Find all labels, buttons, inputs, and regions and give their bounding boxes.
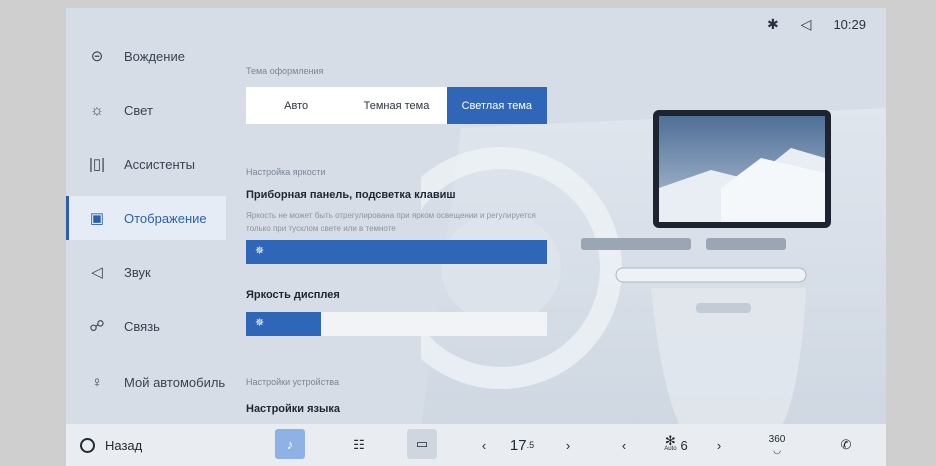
dashboard-brightness-title: Приборная панель, подсветка клавиш: [246, 189, 456, 201]
bottom-bar: Назад ♪ ☷ ▭ ‹ 17.5 › ‹ ✻ Auto 6 › 360 ◡ …: [66, 424, 886, 466]
sidebar-item-my-car[interactable]: ♀ Мой автомобиль: [66, 360, 226, 404]
user-icon: ♀: [91, 373, 103, 391]
temperature-value: 17.5: [502, 424, 542, 466]
fan-icon: ✻ Auto: [664, 433, 677, 452]
sidebar-item-light[interactable]: ☼ Свет: [66, 88, 226, 132]
phone-icon: ✆: [840, 437, 852, 452]
back-label: Назад: [105, 437, 143, 453]
sidebar-item-driving[interactable]: ⊝ Вождение: [66, 34, 226, 78]
steering-wheel-icon: ⊝: [90, 48, 104, 65]
link-icon: ☍: [89, 318, 105, 335]
sidebar: ⊝ Вождение ☼ Свет |▯| Ассистенты ▣ Отобр…: [66, 8, 226, 428]
view-360-button[interactable]: 360 ◡: [760, 424, 794, 466]
chevron-left-icon: ‹: [481, 437, 487, 453]
speaker-icon: ◁: [91, 264, 103, 281]
chevron-right-icon: ›: [565, 437, 571, 453]
sidebar-item-label: Мой автомобиль: [124, 374, 226, 390]
theme-option-dark[interactable]: Темная тема: [346, 87, 446, 124]
apps-grid-icon: ☷: [353, 437, 365, 452]
music-button[interactable]: ♪: [275, 429, 305, 459]
sidebar-item-display[interactable]: ▣ Отображение: [66, 196, 226, 240]
brightness-section-label: Настройка яркости: [246, 167, 326, 177]
fan-increase-button[interactable]: ›: [709, 424, 729, 466]
sidebar-item-sound[interactable]: ◁ Звук: [66, 250, 226, 294]
screen: ✱ ◁ 10:29 ⊝ Вождение ☼ Свет |▯| Ассистен…: [66, 8, 886, 458]
volume-icon: ◁: [800, 16, 812, 32]
temp-decrease-button[interactable]: ‹: [474, 424, 494, 466]
fan-speed: ✻ Auto 6: [656, 424, 696, 466]
sidebar-item-label: Отображение: [124, 210, 207, 226]
view-360-label: 360: [768, 434, 786, 445]
sidebar-item-label: Ассистенты: [124, 156, 195, 172]
vehicle-button[interactable]: ▭: [407, 429, 437, 459]
sidebar-item-connection[interactable]: ☍ Связь: [66, 304, 226, 348]
light-icon: ☼: [90, 101, 104, 119]
fan-decrease-button[interactable]: ‹: [614, 424, 634, 466]
rotate-icon: ◡: [773, 445, 781, 455]
display-icon: ▣: [89, 210, 105, 227]
temp-integer: 17: [509, 436, 527, 454]
bluetooth-icon: ✱: [766, 16, 779, 32]
sun-icon: ✵: [255, 245, 265, 257]
slider-fill: [246, 240, 547, 264]
chevron-right-icon: ›: [716, 437, 722, 453]
home-circle-icon: [80, 437, 95, 453]
status-bar: ✱ ◁ 10:29: [767, 16, 866, 33]
car-icon: ▭: [415, 436, 429, 451]
dashboard-brightness-slider[interactable]: ✵: [246, 240, 547, 264]
clock: 10:29: [833, 17, 866, 32]
assistant-icon: |▯|: [88, 156, 106, 173]
theme-selector: Авто Темная тема Светлая тема: [246, 87, 547, 124]
theme-section-label: Тема оформления: [246, 66, 324, 76]
device-section-label: Настройки устройства: [246, 377, 339, 387]
sidebar-item-label: Связь: [124, 318, 160, 334]
sidebar-item-label: Вождение: [124, 48, 185, 64]
back-button[interactable]: Назад: [80, 424, 142, 466]
dashboard-brightness-hint: Яркость не может быть отрегулирована при…: [246, 211, 536, 233]
sidebar-item-assistants[interactable]: |▯| Ассистенты: [66, 142, 226, 186]
display-brightness-slider[interactable]: ✵: [246, 312, 547, 336]
fan-value: 6: [680, 437, 688, 453]
temp-increase-button[interactable]: ›: [558, 424, 578, 466]
apps-button[interactable]: ☷: [344, 424, 374, 466]
sidebar-item-label: Звук: [124, 264, 151, 280]
display-brightness-title: Яркость дисплея: [246, 289, 340, 301]
theme-option-auto[interactable]: Авто: [246, 87, 346, 124]
phone-button[interactable]: ✆: [834, 424, 858, 466]
language-settings-item[interactable]: Настройки языка: [246, 403, 340, 415]
temp-decimal: .5: [526, 440, 535, 450]
sun-icon: ✵: [255, 317, 265, 329]
sidebar-item-label: Свет: [124, 102, 153, 118]
chevron-left-icon: ‹: [621, 437, 627, 453]
theme-option-light[interactable]: Светлая тема: [446, 87, 547, 124]
fan-auto-label: Auto: [664, 446, 677, 452]
music-note-icon: ♪: [286, 436, 294, 452]
